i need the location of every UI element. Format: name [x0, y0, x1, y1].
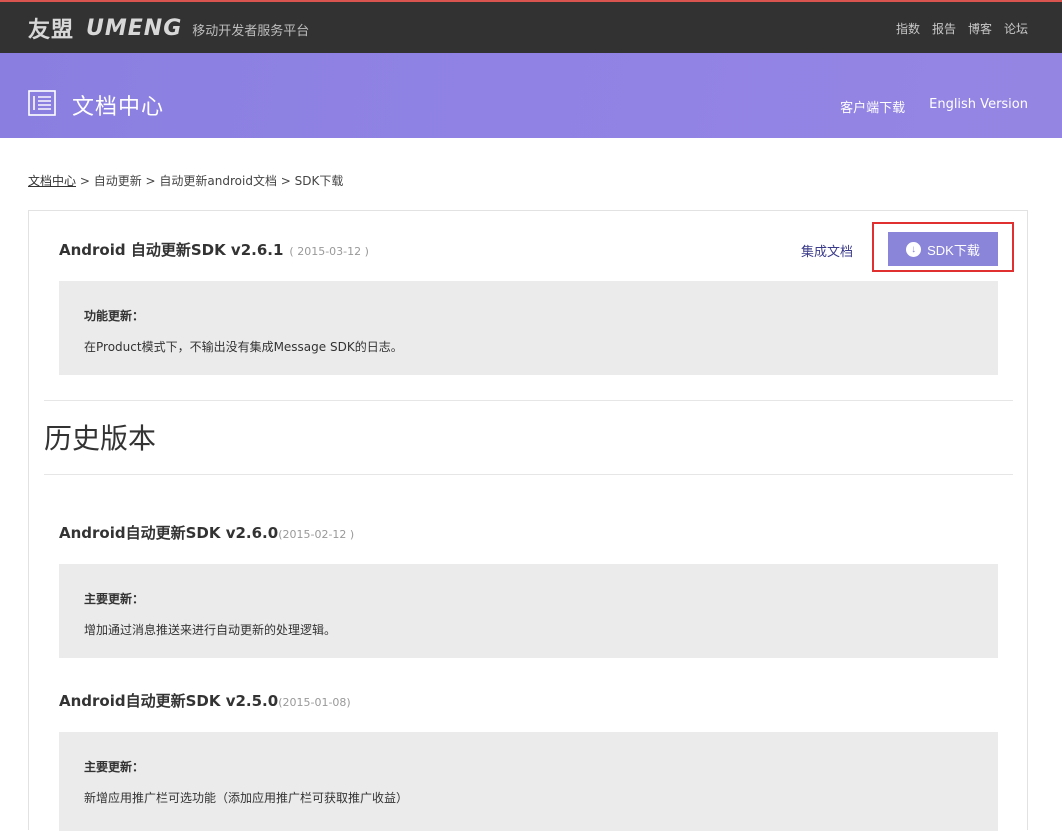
release-notes-text: 新增应用推广栏可选功能（添加应用推广栏可获取推广收益）	[84, 791, 409, 805]
sdk-download-label: SDK下载	[927, 242, 980, 258]
history-heading: 历史版本	[44, 422, 157, 455]
history-version-date: (2015-02-12 )	[278, 528, 355, 541]
breadcrumb-item-android-docs[interactable]: 自动更新android文档	[159, 174, 277, 188]
section-divider	[44, 474, 1013, 475]
integration-docs-link[interactable]: 集成文档	[801, 241, 853, 260]
release-notes-heading: 主要更新：	[84, 760, 145, 774]
breadcrumb-item-auto-update[interactable]: 自动更新	[94, 174, 142, 188]
history-release-notes: 主要更新： 增加通过消息推送来进行自动更新的处理逻辑。	[59, 564, 998, 658]
breadcrumb-separator: >	[141, 174, 160, 188]
history-version-title: Android自动更新SDK v2.6.0(2015-02-12 )	[59, 522, 354, 543]
history-release-notes: 主要更新： 新增应用推广栏可选功能（添加应用推广栏可获取推广收益）	[59, 732, 998, 831]
breadcrumb: 文档中心 > 自动更新 > 自动更新android文档 > SDK下载	[28, 172, 343, 189]
breadcrumb-separator: >	[76, 174, 94, 188]
document-icon	[28, 90, 56, 116]
top-navbar: 友盟 UMENG 移动开发者服务平台 指数 报告 博客 论坛	[0, 0, 1062, 53]
history-version-name: Android自动更新SDK v2.6.0	[59, 524, 279, 542]
release-notes-text: 增加通过消息推送来进行自动更新的处理逻辑。	[84, 623, 337, 637]
logo-tagline: 移动开发者服务平台	[192, 24, 310, 39]
release-notes-text: 在Product模式下，不输出没有集成Message SDK的日志。	[84, 340, 403, 354]
current-release-notes: 功能更新： 在Product模式下，不输出没有集成Message SDK的日志。	[59, 281, 998, 375]
highlight-box: ↓ SDK下载	[872, 222, 1014, 272]
logo-chinese-text: 友盟	[28, 18, 75, 43]
section-divider	[44, 400, 1013, 401]
history-version-name: Android自动更新SDK v2.5.0	[59, 692, 279, 710]
nav-link-blog[interactable]: 博客	[968, 20, 992, 37]
breadcrumb-current: SDK下载	[294, 174, 344, 188]
english-version-link[interactable]: English Version	[929, 97, 1028, 116]
nav-link-forum[interactable]: 论坛	[1004, 20, 1028, 37]
banner-links: 客户端下载 English Version	[840, 97, 1028, 116]
current-version-title: Android 自动更新SDK v2.6.1 ( 2015-03-12 )	[59, 239, 369, 260]
current-version-name: Android 自动更新SDK v2.6.1	[59, 241, 284, 259]
history-version-title: Android自动更新SDK v2.5.0(2015-01-08)	[59, 690, 351, 711]
logo-english-text: UMENG	[86, 15, 183, 41]
release-notes-heading: 主要更新：	[84, 592, 145, 606]
release-notes-heading: 功能更新：	[84, 309, 145, 323]
sdk-download-button[interactable]: ↓ SDK下载	[888, 232, 998, 266]
current-version-date: ( 2015-03-12 )	[289, 245, 369, 258]
nav-link-reports[interactable]: 报告	[932, 20, 956, 37]
nav-link-index[interactable]: 指数	[896, 20, 920, 37]
sdk-download-card: Android 自动更新SDK v2.6.1 ( 2015-03-12 ) 集成文…	[28, 210, 1028, 831]
download-arrow-icon: ↓	[906, 241, 922, 257]
breadcrumb-home-link[interactable]: 文档中心	[28, 174, 76, 188]
doc-center-banner: 文档中心 客户端下载 English Version	[0, 53, 1062, 138]
top-nav-links: 指数 报告 博客 论坛	[896, 20, 1028, 37]
umeng-logo[interactable]: 友盟 UMENG 移动开发者服务平台	[28, 14, 310, 44]
history-version-date: (2015-01-08)	[278, 696, 351, 709]
page-title: 文档中心	[72, 95, 165, 120]
client-download-link[interactable]: 客户端下载	[840, 97, 905, 116]
breadcrumb-separator: >	[276, 174, 295, 188]
